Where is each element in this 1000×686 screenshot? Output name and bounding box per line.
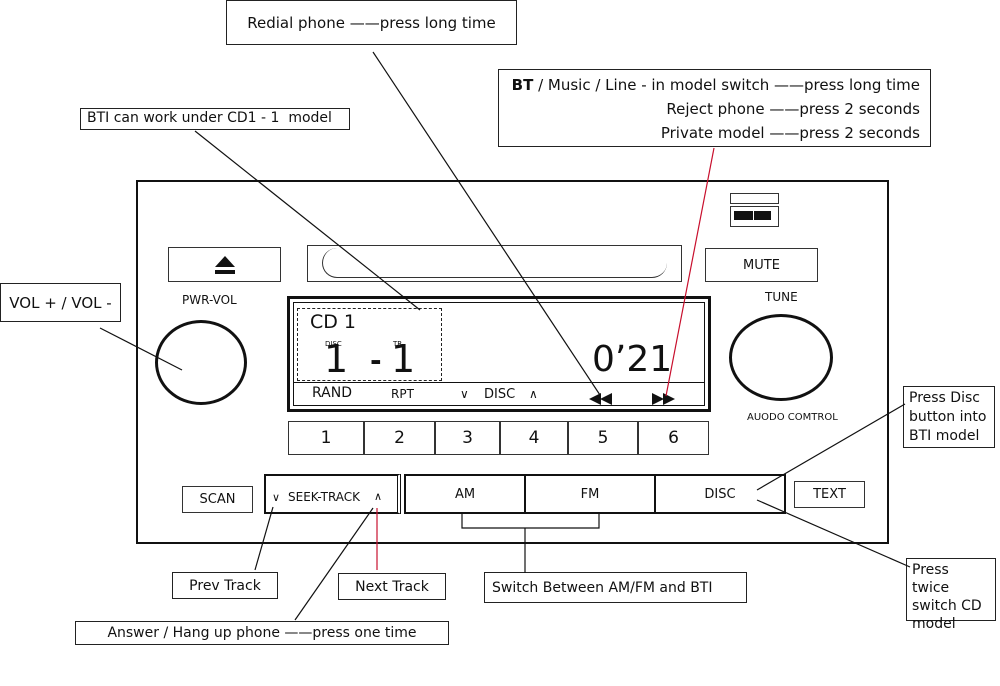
- callout-line: Press twice: [912, 562, 950, 596]
- callout-bt-box: BT / Music / Line - in model switch ——pr…: [498, 69, 931, 147]
- display-separator: -: [370, 344, 382, 377]
- seek-up-button[interactable]: ∧: [374, 490, 382, 503]
- display-disc: DISC: [484, 387, 516, 402]
- callout-dash: ——: [284, 625, 313, 641]
- callout-vol: VOL + / VOL -: [0, 283, 121, 322]
- preset-button-1[interactable]: 1: [288, 421, 364, 455]
- pwr-vol-label: PWR-VOL: [182, 293, 237, 307]
- callout-redial-how: press long time: [379, 13, 496, 32]
- mute-button[interactable]: MUTE: [705, 248, 818, 282]
- cd-slot: [307, 245, 682, 282]
- disc-button[interactable]: DISC: [654, 474, 786, 514]
- display-inner: CD 1 DISC TR 1 - 1 0’21 RAND RPT ∨ DISC …: [293, 302, 705, 406]
- callout-how: press one time: [312, 625, 417, 641]
- callout-bt-row: BT / Music / Line - in model switch ——pr…: [499, 73, 920, 97]
- eject-button[interactable]: [168, 247, 281, 282]
- display-disc-up: ∧: [529, 387, 538, 401]
- preset-button-4[interactable]: 4: [500, 421, 568, 455]
- seek-down-button[interactable]: ∨: [272, 491, 280, 504]
- callout-redial: Redial phone —— press long time: [226, 0, 517, 45]
- callout-line: BTI model: [909, 428, 980, 444]
- callout-how: press long time: [803, 76, 920, 94]
- seek-track-button[interactable]: ∨ SEEK-TRACK ∧: [264, 474, 401, 514]
- callout-reject-row: Reject phone ——press 2 seconds: [499, 97, 920, 121]
- callout-action: Answer / Hang up phone: [107, 625, 280, 641]
- display-source: CD 1: [310, 311, 357, 333]
- callout-line: button into: [909, 409, 987, 425]
- callout-bt-row-action: / Music / Line - in model switch: [533, 76, 770, 94]
- callout-redial-dash: ——: [349, 13, 380, 32]
- display-rand: RAND: [312, 385, 352, 401]
- preset-button-6[interactable]: 6: [638, 421, 709, 455]
- callout-dash: ——: [769, 100, 800, 118]
- scan-button[interactable]: SCAN: [182, 486, 253, 513]
- lamp-right: [754, 211, 771, 220]
- mode-indicator: [730, 193, 779, 204]
- callout-bti-cd: BTI can work under CD1 - 1 model: [80, 108, 350, 130]
- callout-how: press 2 seconds: [799, 100, 920, 118]
- callout-redial-action: Redial phone: [247, 13, 345, 32]
- callout-press-disc: Press Disc button into BTI model: [903, 386, 995, 448]
- tune-label: TUNE: [765, 290, 798, 304]
- preset-button-3[interactable]: 3: [435, 421, 500, 455]
- rewind-icon: [589, 393, 612, 405]
- audio-control-label: AUODO COMTROL: [747, 412, 838, 423]
- display-disc-value: 1: [324, 337, 349, 381]
- callout-line: switch CD: [912, 598, 982, 614]
- preset-button-2[interactable]: 2: [364, 421, 435, 455]
- tune-knob[interactable]: [729, 314, 833, 401]
- callout-next-track: Next Track: [338, 573, 446, 600]
- display-divider: [294, 382, 704, 383]
- display-rpt: RPT: [391, 387, 414, 401]
- display-disc-down: ∨: [460, 387, 469, 401]
- display-track-value: 1: [391, 337, 416, 381]
- text-button[interactable]: TEXT: [794, 481, 865, 508]
- volume-knob[interactable]: [155, 320, 247, 405]
- callout-line: model: [912, 616, 956, 632]
- callout-dash: ——: [773, 76, 804, 94]
- callout-line: Press Disc: [909, 390, 980, 406]
- display: CD 1 DISC TR 1 - 1 0’21 RAND RPT ∨ DISC …: [287, 296, 711, 412]
- callout-action: Private model: [660, 124, 765, 142]
- display-time: 0’21: [592, 339, 673, 380]
- mode-indicator-lamp: [730, 206, 779, 227]
- callout-bt-row-action-bold: BT: [511, 76, 534, 94]
- fast-forward-icon: [652, 393, 675, 405]
- callout-dash: ——: [769, 124, 800, 142]
- lamp-left: [734, 211, 753, 220]
- callout-how: press 2 seconds: [799, 124, 920, 142]
- eject-icon: [214, 255, 235, 274]
- callout-private-row: Private model ——press 2 seconds: [499, 121, 920, 145]
- preset-button-5[interactable]: 5: [568, 421, 638, 455]
- callout-switch-am-fm: Switch Between AM/FM and BTI: [484, 572, 747, 603]
- callout-answer: Answer / Hang up phone —— press one time: [75, 621, 449, 645]
- callout-press-twice: Press twice switch CD model: [906, 558, 996, 632]
- am-button[interactable]: AM: [404, 474, 526, 514]
- callout-prev-track: Prev Track: [172, 572, 278, 599]
- seek-track-label: SEEK-TRACK: [288, 490, 361, 504]
- cd-slot-opening: [322, 248, 667, 278]
- callout-action: Reject phone: [666, 100, 765, 118]
- fm-button[interactable]: FM: [524, 474, 656, 514]
